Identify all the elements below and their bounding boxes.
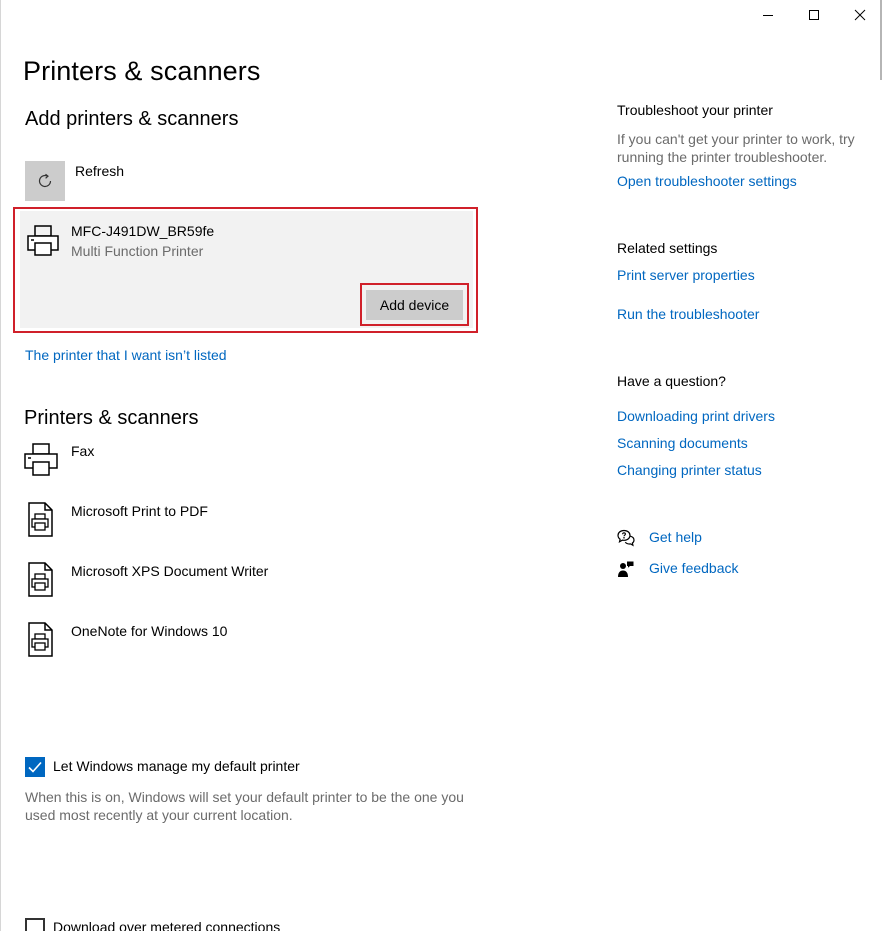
printer-not-listed-link[interactable]: The printer that I want isn’t listed	[25, 347, 227, 363]
window-left-edge	[0, 0, 1, 931]
open-troubleshooter-link[interactable]: Open troubleshooter settings	[617, 173, 797, 189]
troubleshoot-text: If you can't get your printer to work, t…	[617, 131, 855, 165]
give-feedback-icon	[617, 560, 635, 583]
add-printers-heading: Add printers & scanners	[25, 108, 239, 130]
related-settings-heading: Related settings	[617, 240, 718, 256]
document-printer-icon	[24, 562, 60, 603]
downloading-print-drivers-link[interactable]: Downloading print drivers	[617, 408, 775, 424]
manage-default-label[interactable]: Let Windows manage my default printer	[53, 758, 300, 774]
give-feedback-link[interactable]: Give feedback	[649, 560, 739, 576]
get-help-link[interactable]: Get help	[649, 529, 702, 545]
print-server-properties-link[interactable]: Print server properties	[617, 267, 755, 283]
printer-item-onenote[interactable]: OneNote for Windows 10	[24, 622, 464, 670]
document-printer-icon	[24, 502, 60, 543]
get-help-icon	[617, 529, 635, 552]
printer-item-xps-writer[interactable]: Microsoft XPS Document Writer	[24, 562, 464, 610]
document-printer-icon	[24, 622, 60, 663]
add-device-button[interactable]: Add device	[366, 290, 463, 320]
printers-list-heading: Printers & scanners	[24, 407, 199, 429]
found-device-name: MFC-J491DW_BR59fe	[71, 223, 215, 239]
window-controls	[745, 0, 883, 30]
close-icon	[854, 9, 866, 21]
run-troubleshooter-link[interactable]: Run the troubleshooter	[617, 306, 759, 322]
metered-connections-label[interactable]: Download over metered connections	[53, 919, 280, 931]
fax-printer-icon	[24, 442, 60, 483]
manage-default-checkbox[interactable]	[25, 757, 45, 777]
manage-default-description: When this is on, Windows will set your d…	[25, 789, 464, 823]
found-device-type: Multi Function Printer	[71, 243, 204, 259]
printer-item-print-to-pdf[interactable]: Microsoft Print to PDF	[24, 502, 464, 550]
scanning-documents-link[interactable]: Scanning documents	[617, 435, 748, 451]
close-button[interactable]	[837, 0, 883, 30]
minimize-icon	[763, 15, 773, 16]
printer-icon	[27, 224, 61, 263]
maximize-button[interactable]	[791, 0, 837, 30]
have-a-question-heading: Have a question?	[617, 373, 726, 389]
minimize-button[interactable]	[745, 0, 791, 30]
printer-item-label: OneNote for Windows 10	[71, 623, 228, 639]
scrollbar[interactable]	[878, 0, 883, 931]
maximize-icon	[809, 10, 819, 20]
refresh-button[interactable]	[25, 161, 65, 201]
checkmark-icon	[28, 761, 42, 773]
refresh-icon	[38, 173, 52, 188]
printer-item-label: Microsoft XPS Document Writer	[71, 563, 269, 579]
metered-connections-checkbox[interactable]	[25, 918, 45, 931]
printer-item-label: Fax	[71, 443, 95, 459]
page-title: Printers & scanners	[23, 56, 261, 86]
refresh-label[interactable]: Refresh	[75, 163, 124, 179]
printer-item-fax[interactable]: Fax	[24, 442, 464, 490]
troubleshoot-heading: Troubleshoot your printer	[617, 102, 773, 118]
changing-printer-status-link[interactable]: Changing printer status	[617, 462, 762, 478]
printer-item-label: Microsoft Print to PDF	[71, 503, 208, 519]
